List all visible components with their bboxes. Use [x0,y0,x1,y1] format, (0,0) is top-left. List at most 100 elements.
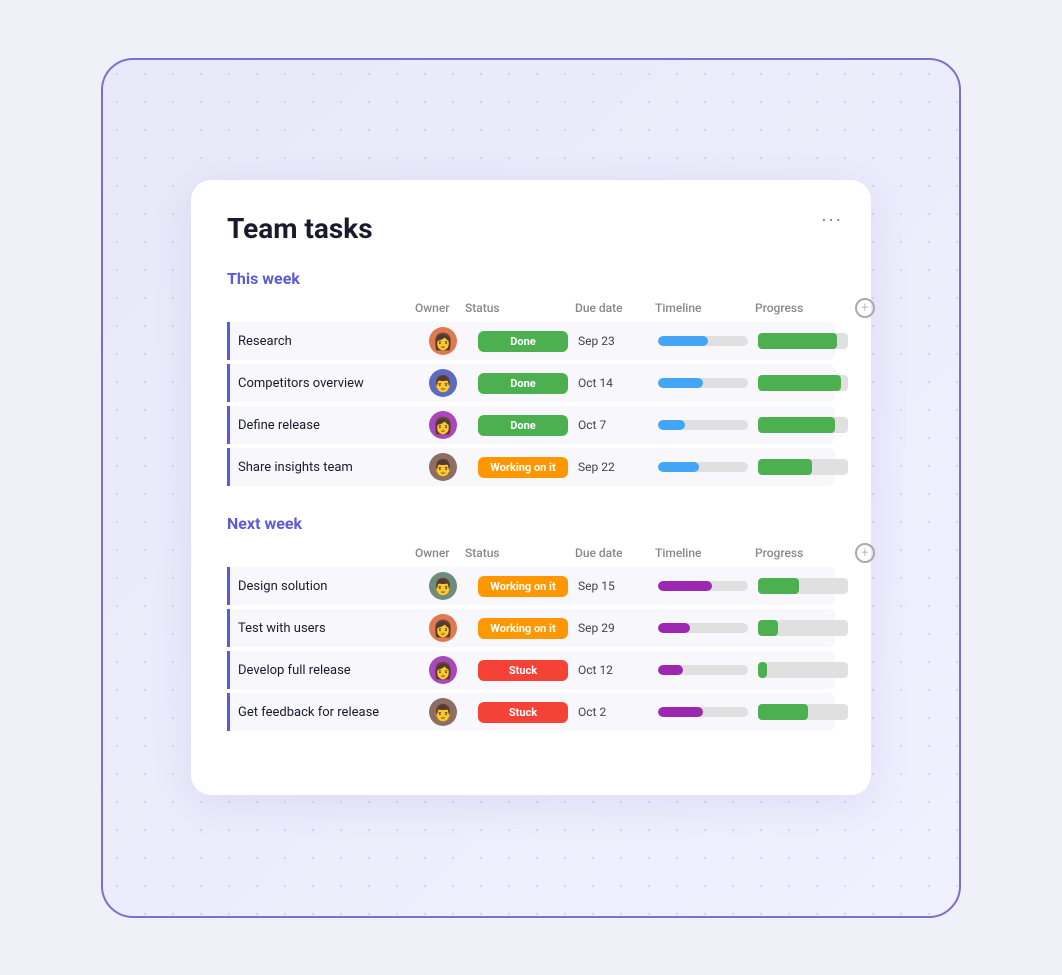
status-cell: Done [468,373,578,394]
outer-frame: Team tasks ··· This week OwnerStatusDue d… [101,58,961,918]
owner-cell: 👩 [418,656,468,684]
section-title-next-week: Next week [227,514,835,533]
table-header-this-week: OwnerStatusDue dateTimelineProgress+ [227,298,835,322]
progress-cell [758,417,858,433]
progress-bar [758,662,848,678]
add-task-button-next-week[interactable]: + [855,543,875,563]
progress-fill [758,704,808,720]
timeline-bar [658,462,748,472]
progress-fill [758,620,778,636]
avatar: 👩 [429,411,457,439]
progress-cell [758,620,858,636]
timeline-cell [658,336,758,346]
timeline-fill [658,665,683,675]
timeline-fill [658,623,690,633]
timeline-bar [658,707,748,717]
status-cell: Working on it [468,618,578,639]
timeline-cell [658,378,758,388]
timeline-bar [658,378,748,388]
timeline-cell [658,623,758,633]
progress-cell [758,662,858,678]
table-row[interactable]: Research👩 Done Sep 23 [227,322,835,360]
timeline-bar [658,581,748,591]
due-date-cell: Sep 15 [578,579,658,593]
timeline-fill [658,707,703,717]
task-name: Research [238,334,418,349]
status-badge[interactable]: Done [478,331,568,352]
due-date-cell: Sep 23 [578,334,658,348]
status-badge[interactable]: Working on it [478,576,568,597]
status-badge[interactable]: Done [478,415,568,436]
timeline-fill [658,581,712,591]
progress-bar [758,578,848,594]
table-row[interactable]: Share insights team👨 Working on it Sep 22 [227,448,835,486]
timeline-cell [658,420,758,430]
progress-bar [758,620,848,636]
progress-fill [758,578,799,594]
card-title: Team tasks [227,212,835,245]
status-badge[interactable]: Stuck [478,660,568,681]
section-title-this-week: This week [227,269,835,288]
timeline-bar [658,336,748,346]
task-name: Develop full release [238,663,418,678]
more-options-button[interactable]: ··· [821,208,843,232]
timeline-cell [658,462,758,472]
status-badge[interactable]: Done [478,373,568,394]
progress-bar [758,333,848,349]
table-row[interactable]: Develop full release👩StuckOct 12 [227,651,835,689]
task-name: Test with users [238,621,418,636]
status-cell: Done [468,331,578,352]
due-date-cell: Oct 2 [578,705,658,719]
sections-container: This week OwnerStatusDue dateTimelineProg… [227,269,835,731]
add-task-button-this-week[interactable]: + [855,298,875,318]
due-date-cell: Sep 22 [578,460,658,474]
task-name: Design solution [238,579,418,594]
owner-cell: 👩 [418,411,468,439]
progress-cell [758,333,858,349]
timeline-fill [658,420,685,430]
table-row[interactable]: Test with users 👩 Working on it Sep 29 [227,609,835,647]
progress-bar [758,704,848,720]
progress-cell [758,578,858,594]
due-date-cell: Sep 29 [578,621,658,635]
table-row[interactable]: Get feedback for release👨StuckOct 2 [227,693,835,731]
due-date-cell: Oct 7 [578,418,658,432]
timeline-fill [658,378,703,388]
timeline-cell [658,581,758,591]
status-cell: Working on it [468,576,578,597]
due-date-cell: Oct 14 [578,376,658,390]
avatar: 👨 [429,572,457,600]
task-name: Define release [238,418,418,433]
table-header-next-week: OwnerStatusDue dateTimelineProgress+ [227,543,835,567]
status-badge[interactable]: Working on it [478,457,568,478]
progress-fill [758,459,812,475]
timeline-fill [658,462,699,472]
task-name: Share insights team [238,460,418,475]
status-cell: Working on it [468,457,578,478]
owner-cell: 👨 [418,698,468,726]
avatar: 👨 [429,698,457,726]
progress-fill [758,417,835,433]
table-row[interactable]: Design solution 👨 Working on it Sep 15 [227,567,835,605]
progress-fill [758,662,767,678]
status-badge[interactable]: Stuck [478,702,568,723]
avatar: 👩 [429,614,457,642]
progress-fill [758,333,837,349]
table-row[interactable]: Define release 👩 Done Oct 7 [227,406,835,444]
progress-cell [758,459,858,475]
owner-cell: 👨 [418,572,468,600]
table-row[interactable]: Competitors overview 👨 Done Oct 14 [227,364,835,402]
task-name: Competitors overview [238,376,418,391]
owner-cell: 👩 [418,614,468,642]
avatar: 👨 [429,369,457,397]
status-cell: Stuck [468,702,578,723]
owner-cell: 👩 [418,327,468,355]
status-badge[interactable]: Working on it [478,618,568,639]
timeline-cell [658,665,758,675]
progress-bar [758,459,848,475]
status-cell: Stuck [468,660,578,681]
owner-cell: 👨 [418,453,468,481]
task-card: Team tasks ··· This week OwnerStatusDue d… [191,180,871,795]
section-next-week: Next week OwnerStatusDue dateTimelineProg… [227,514,835,731]
progress-fill [758,375,841,391]
